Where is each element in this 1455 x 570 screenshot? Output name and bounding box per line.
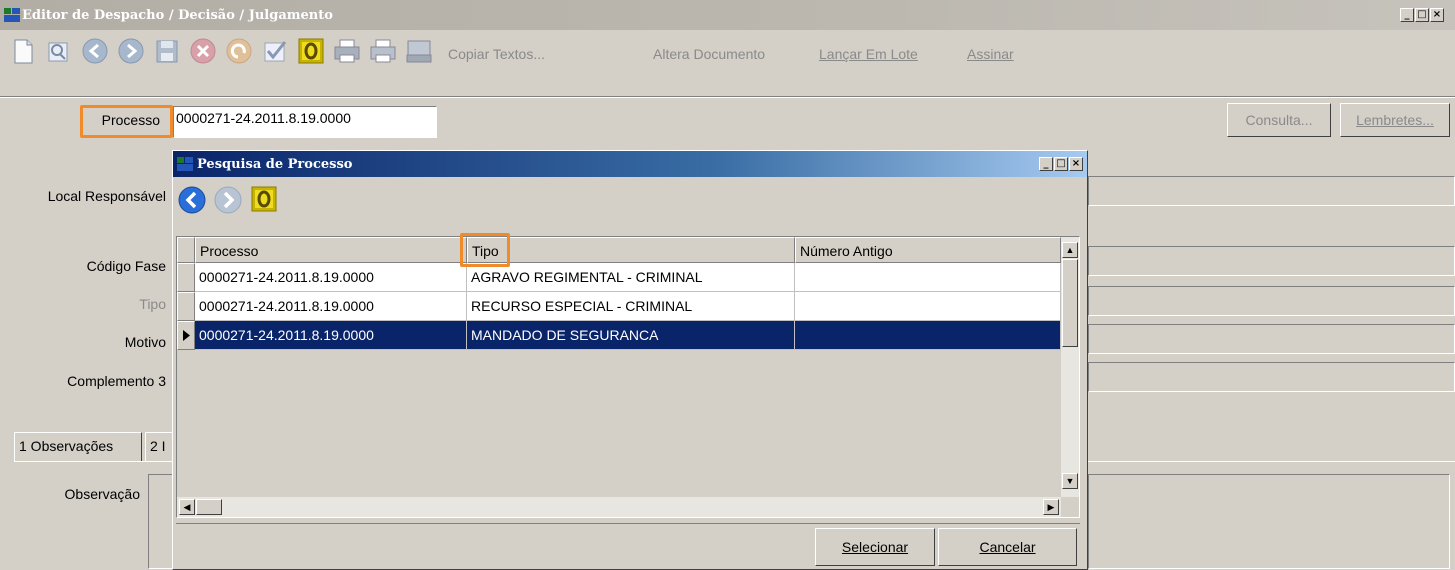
- zero-icon[interactable]: [296, 37, 326, 65]
- search-icon[interactable]: [44, 37, 74, 65]
- cell-processo: 0000271-24.2011.8.19.0000: [195, 263, 467, 292]
- cell-tipo: RECURSO ESPECIAL - CRIMINAL: [467, 292, 795, 321]
- motivo-label: Motivo: [124, 334, 166, 350]
- column-header-numero-antigo[interactable]: Número Antigo: [795, 237, 1061, 263]
- window-title: Editor de Despacho / Decisão / Julgament…: [22, 8, 333, 23]
- consulta-button[interactable]: Consulta...: [1227, 103, 1331, 137]
- scroll-left-icon[interactable]: ◀: [179, 499, 195, 515]
- codigo-fase-field[interactable]: [1088, 246, 1455, 276]
- cell-tipo: MANDADO DE SEGURANCA: [467, 321, 795, 350]
- dialog-back-icon[interactable]: [177, 185, 207, 215]
- toolbar: Copiar Textos... Altera Documento Lançar…: [0, 30, 1455, 72]
- processo-input[interactable]: 0000271-24.2011.8.19.0000: [173, 106, 437, 138]
- column-header-processo[interactable]: Processo: [195, 237, 467, 263]
- codigo-fase-label: Código Fase: [86, 258, 166, 274]
- window-title-bar[interactable]: Editor de Despacho / Decisão / Julgament…: [0, 0, 1455, 30]
- cancelar-button[interactable]: Cancelar: [938, 528, 1077, 566]
- dialog-zero-icon[interactable]: [249, 184, 279, 214]
- local-responsavel-label: Local Responsável: [47, 188, 166, 204]
- cell-numero-antigo: [795, 263, 1061, 292]
- row-indicator: [177, 263, 195, 292]
- motivo-field[interactable]: [1088, 324, 1455, 354]
- app-icon: [4, 8, 20, 22]
- scanner-icon[interactable]: [404, 37, 434, 65]
- vertical-scroll-thumb[interactable]: [1062, 259, 1078, 347]
- maximize-button[interactable]: □: [1415, 8, 1429, 22]
- print-icon[interactable]: [368, 37, 398, 65]
- cancelar-label: Cancelar: [979, 539, 1036, 555]
- dialog-maximize-button[interactable]: □: [1054, 157, 1068, 171]
- cell-numero-antigo: [795, 292, 1061, 321]
- complemento3-field[interactable]: [1088, 362, 1455, 392]
- vertical-scrollbar[interactable]: ▲ ▼: [1061, 237, 1079, 497]
- local-responsavel-field[interactable]: [1088, 176, 1455, 206]
- dialog-app-icon: [177, 157, 193, 171]
- tab-observacoes[interactable]: 1 Observações: [14, 432, 142, 462]
- tipo-field[interactable]: [1088, 286, 1455, 316]
- cell-tipo: AGRAVO REGIMENTAL - CRIMINAL: [467, 263, 795, 292]
- row-indicator: [177, 292, 195, 321]
- minimize-button[interactable]: _: [1400, 8, 1414, 22]
- dialog-minimize-button[interactable]: _: [1039, 157, 1053, 171]
- check-icon[interactable]: [260, 37, 290, 65]
- dialog-forward-icon[interactable]: [213, 185, 243, 215]
- selecionar-button[interactable]: Selecionar: [815, 528, 935, 566]
- row-indicator-current: [177, 321, 195, 350]
- table-row-selected[interactable]: 0000271-24.2011.8.19.0000 MANDADO DE SEG…: [177, 321, 1061, 350]
- dialog-title-bar[interactable]: Pesquisa de Processo _ □ ×: [173, 151, 1087, 177]
- close-button[interactable]: ×: [1430, 8, 1444, 22]
- cancel-icon[interactable]: [188, 37, 218, 65]
- observacao-field[interactable]: [1088, 474, 1450, 569]
- save-icon[interactable]: [152, 37, 182, 65]
- lembretes-button[interactable]: Lembretes...: [1340, 103, 1450, 137]
- observacao-label: Observação: [64, 486, 140, 502]
- column-header-tipo[interactable]: Tipo: [467, 237, 795, 263]
- tipo-label: Tipo: [139, 296, 166, 312]
- tab-second[interactable]: 2 I: [145, 432, 175, 462]
- new-document-icon[interactable]: [8, 37, 38, 65]
- dialog-footer-divider: [176, 523, 1080, 524]
- forward-icon[interactable]: [116, 37, 146, 65]
- selecionar-label: Selecionar: [841, 539, 909, 555]
- table-row[interactable]: 0000271-24.2011.8.19.0000 RECURSO ESPECI…: [177, 292, 1061, 321]
- horizontal-scroll-thumb[interactable]: [196, 499, 222, 515]
- undo-icon[interactable]: [224, 37, 254, 65]
- scroll-down-icon[interactable]: ▼: [1062, 473, 1078, 489]
- dialog-close-button[interactable]: ×: [1069, 157, 1083, 171]
- complemento3-label: Complemento 3: [67, 373, 166, 389]
- processo-label-highlight: [80, 105, 173, 138]
- table-row[interactable]: 0000271-24.2011.8.19.0000 AGRAVO REGIMEN…: [177, 263, 1061, 292]
- back-icon[interactable]: [80, 37, 110, 65]
- print-preview-icon[interactable]: [332, 37, 362, 65]
- cell-processo: 0000271-24.2011.8.19.0000: [195, 321, 467, 350]
- scroll-up-icon[interactable]: ▲: [1062, 242, 1078, 258]
- toolbar-divider: [0, 96, 1455, 98]
- assinar-button[interactable]: Assinar: [967, 46, 1014, 62]
- grid-header-indicator: [177, 237, 195, 263]
- cell-numero-antigo: [795, 321, 1061, 350]
- cell-processo: 0000271-24.2011.8.19.0000: [195, 292, 467, 321]
- pesquisa-processo-dialog: Pesquisa de Processo _ □ × Processo Tipo…: [172, 150, 1088, 570]
- tipo-header-highlight: [460, 233, 510, 267]
- copiar-textos-button[interactable]: Copiar Textos...: [448, 46, 545, 62]
- altera-documento-button[interactable]: Altera Documento: [653, 46, 765, 62]
- scroll-right-icon[interactable]: ▶: [1043, 499, 1059, 515]
- results-grid: Processo Tipo Número Antigo 0000271-24.2…: [176, 236, 1080, 518]
- lancar-em-lote-button[interactable]: Lançar Em Lote: [819, 46, 918, 62]
- dialog-title: Pesquisa de Processo: [197, 157, 353, 172]
- horizontal-scrollbar[interactable]: ◀ ▶: [177, 497, 1061, 517]
